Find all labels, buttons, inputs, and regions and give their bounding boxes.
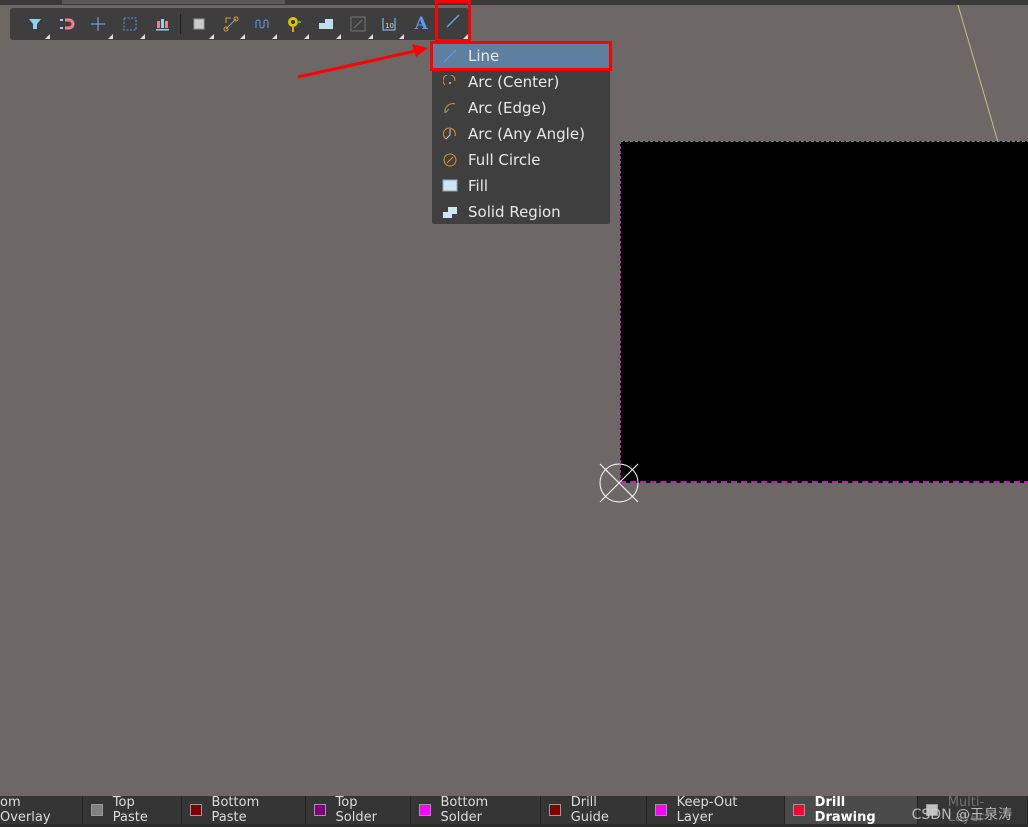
layer-tab-label: Bottom Solder: [440, 795, 489, 825]
layer-color-swatch: [654, 804, 667, 816]
menu-item-arc-edge[interactable]: Arc (Edge): [432, 95, 610, 121]
menu-item-label: Fill: [468, 177, 489, 195]
layer-color-swatch: [418, 804, 431, 816]
menu-item-fill[interactable]: Fill: [432, 173, 610, 199]
menu-item-solid-region[interactable]: Solid Region: [432, 199, 610, 225]
solid-region-icon: [443, 207, 457, 218]
layer-tab[interactable]: Top Solder: [305, 795, 411, 825]
layer-tab-label: Top Paste: [112, 795, 148, 825]
watermark: CSDN @王泉涛: [911, 807, 1012, 823]
layer-color-swatch: [189, 804, 202, 816]
layer-tab-label: Keep-Out Layer: [676, 795, 738, 825]
layer-color-swatch: [313, 804, 326, 816]
layer-tab[interactable]: Drill Guide: [540, 795, 647, 825]
layer-tabs-bar: om Overlay Top Paste Bottom Paste Top Solde…: [0, 795, 1028, 827]
layer-color-swatch: [792, 804, 805, 816]
layer-tab[interactable]: Bottom Solder: [410, 795, 541, 825]
arc-any-angle-icon: [443, 127, 456, 140]
layer-tab-label: om Overlay: [0, 795, 51, 825]
layer-tab[interactable]: Keep-Out Layer: [646, 795, 785, 825]
layer-tab-label: Drill Drawing: [814, 795, 876, 825]
line-icon: [443, 49, 457, 63]
layer-tab-label: Bottom Paste: [211, 795, 260, 825]
layer-color-swatch: [548, 804, 561, 816]
place-line-dropdown: Line Arc (Center) Arc (Edge) Arc (Any An…: [430, 41, 612, 225]
menu-item-label: Line: [468, 47, 500, 65]
board-outline[interactable]: [620, 141, 1028, 483]
arc-edge-icon: [444, 103, 456, 114]
menu-item-label: Arc (Edge): [468, 99, 547, 117]
layer-tab[interactable]: om Overlay: [0, 795, 83, 825]
layer-tab[interactable]: Top Paste: [83, 795, 182, 825]
annotation-arrow: [297, 48, 421, 79]
origin-marker-icon: [599, 463, 639, 503]
layer-tab[interactable]: Bottom Paste: [181, 795, 306, 825]
menu-item-full-circle[interactable]: Full Circle: [432, 147, 610, 173]
menu-item-label: Full Circle: [468, 151, 541, 169]
menu-item-arc-any-angle[interactable]: Arc (Any Angle): [432, 121, 610, 147]
fill-icon: [442, 179, 458, 192]
menu-item-line[interactable]: Line: [430, 41, 612, 71]
full-circle-icon: [443, 153, 457, 167]
layer-color-swatch: [91, 804, 103, 816]
menu-item-label: Arc (Any Angle): [468, 125, 585, 143]
annotation-arrowhead: [412, 44, 428, 57]
menu-item-arc-center[interactable]: Arc (Center): [432, 69, 610, 95]
layer-tab-label: Top Solder: [335, 795, 377, 825]
layer-tab-label: Drill Guide: [570, 795, 609, 825]
menu-item-label: Arc (Center): [468, 73, 560, 91]
menu-item-label: Solid Region: [468, 203, 561, 221]
layer-tab[interactable]: Drill Drawing: [784, 795, 918, 825]
arc-center-icon: [443, 75, 456, 86]
